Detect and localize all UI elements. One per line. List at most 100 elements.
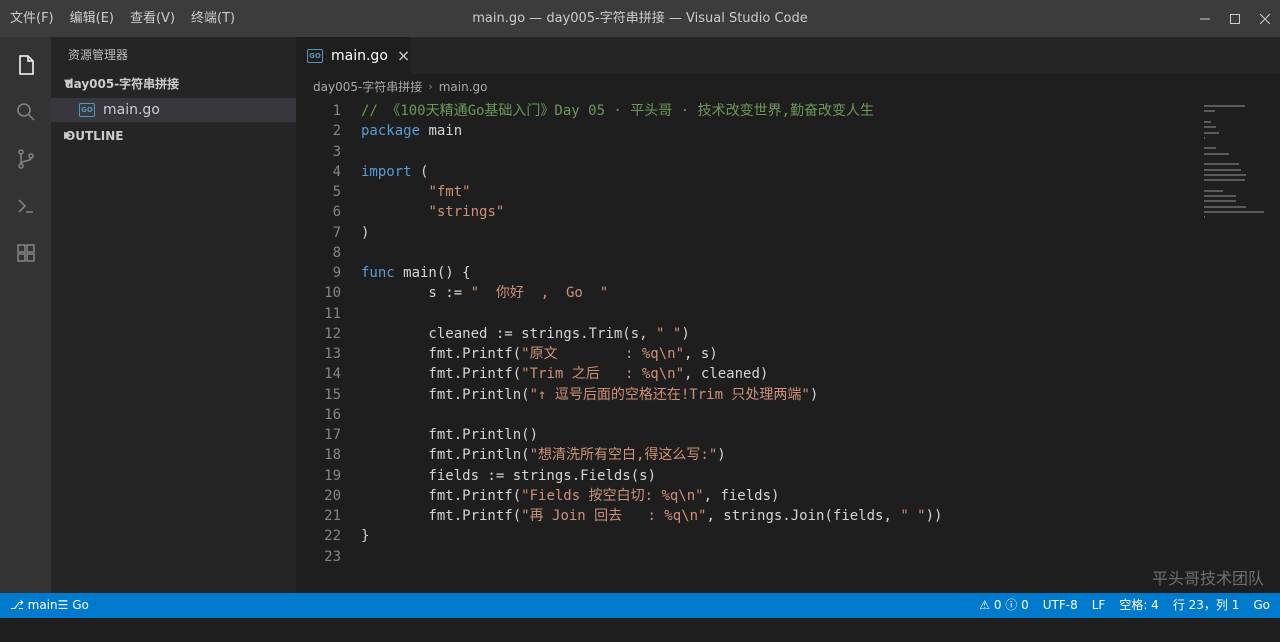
code-text: fmt.Println("↑ 逗号后面的空格还在!Trim 只处理两端"): [361, 385, 818, 405]
close-window-button[interactable]: [1250, 0, 1280, 37]
tab-main-go[interactable]: GO main.go ×: [296, 37, 411, 74]
minimap-line: [1204, 200, 1236, 203]
code-line[interactable]: 17 fmt.Println(): [296, 425, 1196, 445]
code-line[interactable]: 2 package main: [296, 121, 1196, 141]
explorer-button[interactable]: [0, 41, 51, 88]
minimize-button[interactable]: [1190, 0, 1220, 37]
code-line[interactable]: 5 "fmt": [296, 182, 1196, 202]
extensions-button[interactable]: [0, 229, 51, 276]
line-number: 6: [332, 204, 341, 221]
terminal-button[interactable]: [0, 182, 51, 229]
menu-view[interactable]: 查看(V): [122, 0, 183, 37]
minimize-icon: [1200, 18, 1210, 19]
code-line[interactable]: 22}: [296, 526, 1196, 546]
code-token: fmt.Println(: [361, 447, 530, 464]
minimap-line: [1204, 131, 1220, 134]
breadcrumb-folder[interactable]: day005-字符串拼接: [313, 78, 422, 95]
code-token: , fields): [703, 487, 780, 504]
code-token: cleaned := strings.Trim(s,: [361, 325, 657, 342]
minimap-line: [1204, 173, 1247, 176]
status-branch[interactable]: ⎇ main☰ Go: [10, 593, 96, 618]
status-bar: ⎇ main☰ Go ⚠ 0 ⓘ 0 UTF-8 LF 空格: 4 行 23，列…: [0, 593, 1280, 618]
status-language[interactable]: Go: [1246, 593, 1280, 618]
code-token: }: [361, 528, 370, 545]
code-line[interactable]: 7): [296, 223, 1196, 243]
code-text: "strings": [361, 202, 504, 222]
code-line[interactable]: 15 fmt.Println("↑ 逗号后面的空格还在!Trim 只处理两端"): [296, 385, 1196, 405]
menu-bar: 文件(F) 编辑(E) 查看(V) 终端(T): [0, 0, 243, 37]
code-editor[interactable]: 1 // 《100天精通Go基础入门》Day 05 · 平头哥 · 技术改变世界,…: [296, 100, 1196, 580]
activity-bar: [0, 37, 51, 593]
line-number: 12: [324, 325, 341, 342]
tab-close-icon[interactable]: ×: [397, 48, 410, 64]
chevron-down-icon: ▼: [64, 78, 72, 89]
code-line[interactable]: 19 fields := strings.Fields(s): [296, 466, 1196, 486]
code-text: ): [361, 223, 369, 243]
line-number: 20: [324, 487, 341, 504]
code-text: "fmt": [361, 182, 470, 202]
code-line[interactable]: 6 "strings": [296, 202, 1196, 222]
code-line[interactable]: 18 fmt.Println("想清洗所有空白,得这么写:"): [296, 445, 1196, 465]
status-indent[interactable]: 空格: 4: [1112, 593, 1166, 618]
tab-label: main.go: [331, 48, 388, 64]
code-token: (: [411, 163, 429, 180]
code-line[interactable]: 21 fmt.Printf("再 Join 回去 : %q\n", string…: [296, 506, 1196, 526]
minimap[interactable]: [1196, 100, 1280, 240]
code-line[interactable]: 13 fmt.Printf("原文 : %q\n", s): [296, 344, 1196, 364]
code-line[interactable]: 16: [296, 405, 1196, 425]
file-label: main.go: [103, 102, 160, 118]
code-line[interactable]: 11: [296, 304, 1196, 324]
maximize-button[interactable]: [1220, 0, 1250, 37]
code-token: ): [361, 224, 370, 241]
breadcrumb: day005-字符串拼接 › main.go: [296, 74, 1280, 99]
line-number: 15: [324, 386, 341, 403]
line-number: 8: [332, 244, 341, 261]
status-encoding[interactable]: UTF-8: [1036, 593, 1085, 618]
folder-item[interactable]: ▼ day005-字符串拼接: [51, 72, 296, 96]
code-line[interactable]: 1 // 《100天精通Go基础入门》Day 05 · 平头哥 · 技术改变世界,…: [296, 101, 1196, 121]
file-item-main-go[interactable]: GO main.go: [51, 98, 296, 122]
code-token: "再 Join 回去 : %q\n": [521, 508, 707, 524]
code-line[interactable]: 8: [296, 243, 1196, 263]
code-line[interactable]: 23: [296, 547, 1196, 567]
code-line[interactable]: 9 func main() {: [296, 263, 1196, 283]
breadcrumb-separator-icon: ›: [428, 80, 433, 93]
outline-section[interactable]: ▶ OUTLINE: [51, 124, 296, 148]
menu-edit[interactable]: 编辑(E): [62, 0, 122, 37]
status-problems[interactable]: ⚠ 0 ⓘ 0: [972, 593, 1035, 618]
breadcrumb-file[interactable]: main.go: [439, 80, 488, 94]
code-line[interactable]: 12 cleaned := strings.Trim(s, " "): [296, 324, 1196, 344]
status-position[interactable]: 行 23，列 1: [1166, 593, 1247, 618]
source-control-button[interactable]: [0, 135, 51, 182]
code-token: "↑ 逗号后面的空格还在!Trim 只处理两端": [529, 386, 810, 403]
minimap-line: [1204, 110, 1215, 113]
menu-file[interactable]: 文件(F): [2, 0, 62, 37]
code-line[interactable]: 14 fmt.Printf("Trim 之后 : %q\n", cleaned): [296, 364, 1196, 384]
menu-terminal[interactable]: 终端(T): [183, 0, 243, 37]
search-button[interactable]: [0, 88, 51, 135]
code-line[interactable]: 4 import (: [296, 162, 1196, 182]
line-number: 9: [332, 265, 341, 281]
line-number: 10: [324, 285, 341, 302]
folder-label: day005-字符串拼接: [65, 77, 180, 91]
line-number: 1: [332, 103, 341, 119]
minimap-line: [1204, 147, 1216, 150]
code-text: func main() {: [361, 263, 471, 283]
code-line[interactable]: 20 fmt.Printf("Fields 按空白切: %q\n", field…: [296, 486, 1196, 506]
code-line[interactable]: 3: [296, 142, 1196, 162]
code-text: cleaned := strings.Trim(s, " "): [361, 324, 689, 344]
bottom-strip: [0, 618, 1280, 642]
maximize-icon: [1230, 13, 1240, 24]
code-line[interactable]: 10 s := " 你好 , Go ": [296, 283, 1196, 303]
status-eol[interactable]: LF: [1085, 593, 1113, 618]
outline-label: OUTLINE: [65, 129, 124, 143]
title-bar: 文件(F) 编辑(E) 查看(V) 终端(T) main.go — day005…: [0, 0, 1280, 37]
code-text: fmt.Printf("Trim 之后 : %q\n", cleaned): [361, 364, 768, 384]
line-number: 2: [332, 123, 341, 140]
code-text: import (: [361, 162, 428, 182]
code-token: " ": [900, 508, 926, 524]
code-text: }: [361, 526, 369, 546]
code-text: fmt.Println("想清洗所有空白,得这么写:"): [361, 445, 725, 465]
